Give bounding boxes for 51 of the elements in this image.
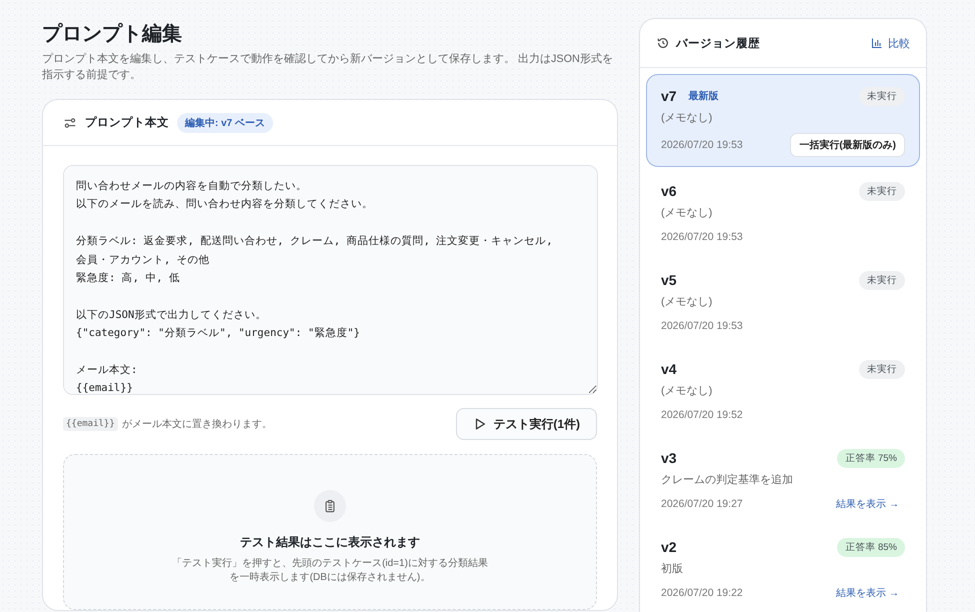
version-memo: クレームの判定基準を追加: [661, 473, 794, 487]
version-item[interactable]: v3 正答率 75% クレームの判定基準を追加 2026/07/20 19:27 結果を表示 →: [646, 436, 920, 523]
version-item[interactable]: v6 未実行 (メモなし) 2026/07/20 19:53: [646, 169, 920, 256]
version-memo: 初版: [661, 562, 684, 576]
bulk-run-button[interactable]: 一括実行(最新版のみ): [790, 133, 905, 157]
version-name: v4: [661, 361, 677, 377]
page-title: プロンプト編集: [42, 22, 183, 47]
sliders-icon: [63, 116, 77, 130]
result-heading: テスト結果はここに表示されます: [240, 534, 420, 551]
version-name: v2: [661, 539, 677, 555]
variable-code: {{email}}: [63, 417, 118, 431]
editing-badge: 編集中: v7 ベース: [177, 112, 274, 132]
version-date: 2026/07/20 19:52: [661, 409, 743, 421]
latest-tag: 最新版: [688, 89, 719, 103]
version-item[interactable]: v7 最新版 未実行 (メモなし) 2026/07/20 19:53 一括実行(最新版のみ): [646, 74, 920, 167]
status-badge: 正答率 75%: [837, 448, 905, 468]
bar-chart-icon: [871, 37, 883, 49]
status-badge: 未実行: [859, 360, 905, 378]
version-item[interactable]: v4 未実行 (メモなし) 2026/07/20 19:52: [646, 347, 920, 434]
version-name: v6: [661, 183, 677, 199]
version-memo: (メモなし): [661, 206, 714, 220]
version-item[interactable]: v2 正答率 85% 初版 2026/07/20 19:22 結果を表示 →: [646, 525, 920, 612]
status-badge: 正答率 85%: [837, 538, 905, 556]
hint-text: がメール本文に置き換わります。: [122, 418, 272, 431]
page-description: プロンプト本文を編集し、テストケースで動作を確認してから新バージョンとして保存します。 出力はJSON形式を指示する前提です。: [42, 52, 614, 83]
status-badge: 未実行: [859, 182, 905, 200]
version-name: v7: [661, 88, 677, 104]
version-date: 2026/07/20 19:22: [661, 587, 743, 599]
view-results-link[interactable]: 結果を表示 →: [836, 586, 899, 600]
version-date: 2026/07/20 19:53: [661, 320, 743, 332]
prompt-field[interactable]: 問い合わせメールの内容を自動で分類したい。 以下のメールを読み、問い合わせ内容を分類してください。 分類ラベル: 返金要求, 配送問い合わせ, クレーム, 商品仕様の質問, 注文変更・キャンセル, 会員・アカウント, その他 緊急度: 高, 中, 低 以下のJSON形式で出力してください。 {"category": "分類ラベル", "urgency": "緊急度"} メール本文: {{email}}: [63, 165, 598, 395]
result-description: 「テスト実行」を押すと、先頭のテストケース(id=1)に対する分類結果 を一時表示します(DBには保存されません)。: [172, 557, 488, 585]
play-icon: [473, 417, 488, 431]
version-date: 2026/07/20 19:27: [661, 498, 743, 510]
version-date: 2026/07/20 19:53: [661, 231, 743, 243]
view-results-link[interactable]: 結果を表示 →: [836, 497, 899, 511]
status-badge: 未実行: [859, 86, 905, 106]
version-date: 2026/07/20 19:53: [661, 139, 743, 151]
status-badge: 未実行: [859, 270, 905, 290]
version-name: v5: [661, 272, 677, 288]
version-item[interactable]: v5 未実行 (メモなし) 2026/07/20 19:53: [646, 258, 920, 345]
compare-link[interactable]: 比較: [871, 36, 910, 50]
test-run-button[interactable]: テスト実行(1件): [456, 408, 597, 440]
version-memo: (メモなし): [661, 384, 714, 398]
version-memo: (メモなし): [661, 295, 714, 309]
version-name: v3: [661, 450, 677, 466]
version-memo: (メモなし): [661, 111, 714, 125]
history-icon: [656, 36, 670, 50]
history-title: バージョン履歴: [676, 36, 761, 50]
editor-title: プロンプト本文: [85, 115, 169, 130]
clipboard-icon: [323, 499, 337, 513]
